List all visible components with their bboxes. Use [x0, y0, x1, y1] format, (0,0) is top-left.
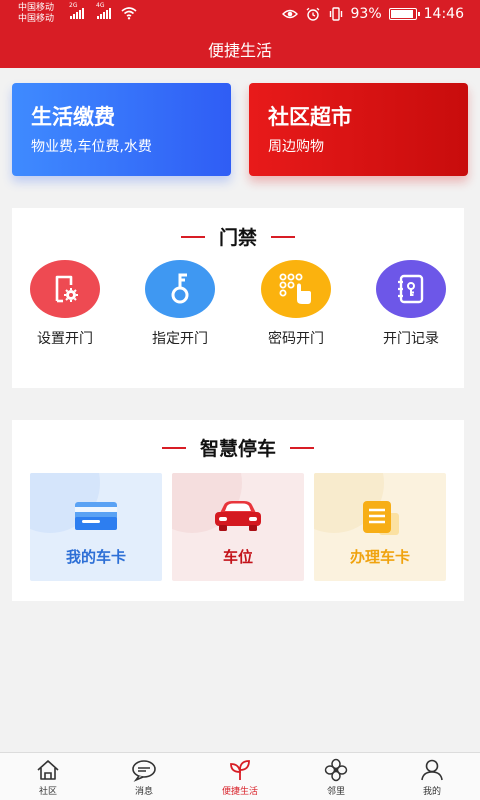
divider-right: [271, 235, 295, 238]
designated-open-door-label: 指定开门: [152, 331, 208, 347]
carrier-2: 中国移动: [18, 14, 55, 24]
document-icon: [314, 499, 446, 537]
alarm-icon: [306, 7, 319, 21]
page-title: 便捷生活: [207, 41, 272, 60]
battery-icon: [388, 8, 420, 20]
nav-label-neighbors: 邻里: [326, 787, 345, 797]
apply-car-card-tile[interactable]: 办理车卡: [314, 473, 446, 581]
message-icon: [132, 760, 156, 782]
status-bar: 中国移动 中国移动 2G 4G 93% 14:46: [0, 0, 480, 28]
nav-label-messages: 消息: [134, 787, 153, 797]
life-payment-title: 生活缴费: [31, 105, 115, 129]
carrier-info: 中国移动 中国移动: [18, 3, 54, 25]
card-icon: [30, 499, 162, 533]
my-car-card-label: 我的车卡: [65, 548, 126, 566]
divider-left: [161, 446, 186, 449]
designated-open-door-button[interactable]: 指定开门: [130, 260, 230, 348]
nav-item-mine[interactable]: 我的: [384, 753, 480, 800]
user-icon: [421, 759, 443, 781]
app-header: 中国移动 中国移动 2G 4G 93% 14:46 便捷生活: [0, 0, 480, 68]
parking-space-tile[interactable]: 车位: [172, 473, 304, 581]
nav-label-mine: 我的: [422, 787, 441, 797]
password-open-door-button[interactable]: 密码开门: [246, 260, 346, 348]
community-market-title: 社区超市: [268, 105, 352, 129]
key-icon: [145, 260, 215, 318]
signal-2-icon: 4G: [96, 2, 111, 19]
clover-icon: [324, 758, 348, 782]
eye-icon: [281, 9, 298, 19]
bottom-nav: 社区 消息 便捷生活 邻里 我的: [0, 752, 480, 800]
nav-label-community: 社区: [38, 787, 57, 797]
carrier-1: 中国移动: [18, 3, 55, 13]
nav-item-neighbors[interactable]: 邻里: [288, 753, 384, 800]
door-settings-icon: [30, 260, 100, 318]
net-type-1: 2G: [69, 2, 78, 9]
status-right: 93% 14:46: [281, 6, 464, 22]
home-icon: [37, 760, 59, 780]
sprout-icon: [230, 760, 250, 780]
nav-item-convenient-life[interactable]: 便捷生活: [192, 753, 288, 800]
vibrate-icon: [329, 7, 342, 21]
my-car-card-tile[interactable]: 我的车卡: [30, 473, 162, 581]
car-icon: [172, 499, 304, 533]
set-open-door-label: 设置开门: [37, 331, 93, 347]
divider-left: [180, 235, 205, 238]
community-market-card[interactable]: 社区超市 周边购物: [249, 83, 468, 176]
access-section-header: 门禁: [12, 223, 464, 250]
keypad-icon: [261, 260, 331, 318]
nav-item-messages[interactable]: 消息: [96, 753, 192, 800]
access-section-title: 门禁: [218, 227, 257, 249]
community-market-subtitle: 周边购物: [268, 139, 324, 155]
parking-section-header: 智慧停车: [12, 434, 464, 461]
open-door-record-button[interactable]: 开门记录: [361, 260, 461, 348]
nav-label-convenient-life: 便捷生活: [221, 787, 258, 797]
wifi-icon: [121, 7, 137, 20]
open-door-record-label: 开门记录: [383, 331, 439, 347]
access-control-panel: 门禁 设置开门 指定开门 密码开门 开门记录: [12, 208, 464, 388]
net-type-2: 4G: [96, 2, 105, 9]
smart-parking-panel: 智慧停车 我的车卡 车位 办理车卡: [12, 420, 464, 601]
record-book-icon: [376, 260, 446, 318]
apply-car-card-label: 办理车卡: [349, 548, 410, 566]
parking-section-title: 智慧停车: [199, 438, 276, 460]
parking-space-label: 车位: [222, 548, 253, 566]
signal-1-icon: 2G: [69, 2, 84, 19]
clock-time: 14:46: [423, 6, 464, 22]
life-payment-card[interactable]: 生活缴费 物业费,车位费,水费: [12, 83, 231, 176]
life-payment-subtitle: 物业费,车位费,水费: [31, 139, 152, 155]
password-open-door-label: 密码开门: [268, 331, 324, 347]
battery-percent: 93%: [350, 6, 382, 22]
divider-right: [290, 446, 314, 449]
set-open-door-button[interactable]: 设置开门: [15, 260, 115, 348]
nav-item-community[interactable]: 社区: [0, 753, 96, 800]
